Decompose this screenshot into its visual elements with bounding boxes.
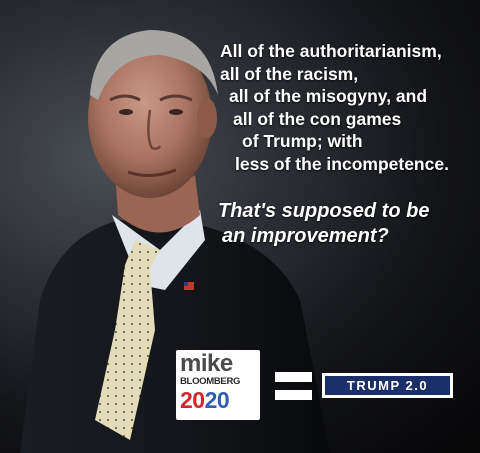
question-line: an improvement? <box>222 225 389 247</box>
bloomberg-2020-logo: mike BLOOMBERG 2020 <box>176 350 260 420</box>
logo-year-part2: 20 <box>204 387 230 413</box>
trump-badge-label: TRUMP 2.0 <box>325 376 450 395</box>
quote-line: All of the authoritarianism, <box>220 41 442 61</box>
quote-text: All of the authoritarianism, all of the … <box>205 40 473 175</box>
quote-line: all of the racism, <box>220 63 359 84</box>
logo-year-part1: 20 <box>180 387 205 413</box>
equals-bar <box>275 372 312 382</box>
quote-line: of Trump; with <box>242 131 363 151</box>
meme-image: All of the authoritarianism, all of the … <box>0 0 480 453</box>
equals-sign-icon <box>275 370 312 402</box>
quote-line: all of the con games <box>233 108 402 129</box>
question-line: That's supposed to be <box>218 200 430 222</box>
logo-first-name: mike <box>180 350 233 377</box>
equals-bar <box>275 390 312 400</box>
quote-line: less of the incompetence. <box>235 153 449 174</box>
question-text: That's supposed to be an improvement? <box>218 199 478 249</box>
quote-line: all of the misogyny, and <box>229 86 428 106</box>
logo-year: 2020 <box>180 388 260 412</box>
trump-badge: TRUMP 2.0 <box>322 373 453 398</box>
